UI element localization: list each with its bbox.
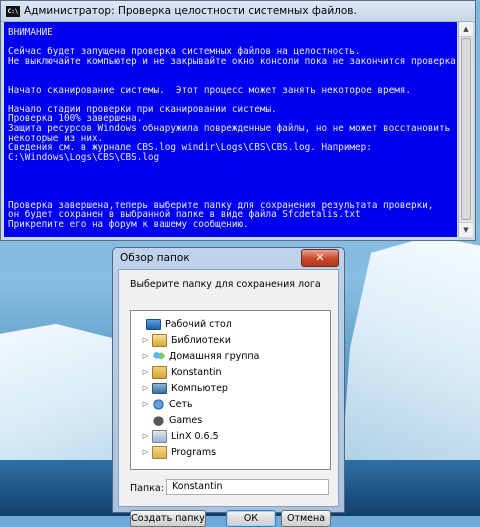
console-titlebar[interactable]: C:\ Администратор: Проверка целостности … [1, 1, 475, 22]
expand-arrow-icon[interactable]: ▷ [141, 368, 150, 376]
cancel-button[interactable]: Отмена [281, 510, 331, 527]
console-line: Не выключайте компьютер и не закрывайте … [8, 55, 456, 67]
dialog-titlebar[interactable]: Обзор папок ✕ [113, 248, 344, 268]
desktop-icon [146, 318, 161, 330]
tree-item-label: LinX 0.6.5 [171, 430, 219, 442]
tree-item-desktop[interactable]: Рабочий стол [135, 316, 232, 332]
console-line: Прикрепите его на форум к вашему сообщен… [8, 218, 249, 230]
browse-folder-dialog: Обзор папок ✕ Выберите папку для сохране… [112, 247, 345, 527]
tree-item-computer[interactable]: ▷ Компьютер [141, 380, 228, 396]
linx-folder-icon [152, 429, 167, 443]
cmd-icon: C:\ [6, 5, 20, 17]
console-output: ВНИМАНИЕ Сейчас будет запущена проверка … [4, 22, 457, 237]
expand-arrow-icon[interactable]: ▷ [141, 432, 150, 440]
libraries-icon [152, 333, 167, 347]
console-title: Администратор: Проверка целостности сист… [24, 5, 357, 17]
close-button[interactable]: ✕ [301, 249, 339, 267]
folder-tree[interactable]: Рабочий стол ▷ Библиотеки ▷ Домашняя гру… [130, 310, 331, 470]
tree-item-games[interactable]: Games [141, 412, 202, 428]
console-text: ВНИМАНИЕ Сейчас будет запущена проверка … [4, 22, 457, 235]
folder-input[interactable]: Konstantin [166, 479, 329, 495]
tree-item-label: Рабочий стол [165, 318, 232, 330]
tree-item-label: Programs [171, 446, 217, 458]
homegroup-icon [152, 350, 165, 362]
expand-arrow-icon[interactable]: ▷ [141, 448, 150, 456]
expand-arrow-icon[interactable]: ▷ [141, 400, 150, 408]
expand-arrow-icon[interactable]: ▷ [141, 336, 150, 344]
programs-folder-icon [152, 445, 167, 459]
tree-item-label: Games [169, 414, 203, 426]
scroll-thumb[interactable] [461, 38, 471, 220]
ok-button[interactable]: ОК [226, 510, 276, 527]
tree-item-programs[interactable]: ▷ Programs [141, 444, 216, 460]
user-folder-icon [152, 365, 167, 379]
console-line: C:\Windows\Logs\CBS\CBS.log [8, 151, 160, 163]
console-line: Начато сканирование системы. Этот процес… [8, 84, 411, 96]
computer-icon [152, 382, 167, 394]
dialog-client: Выберите папку для сохранения лога Рабоч… [118, 269, 339, 527]
tree-item-label: Компьютер [171, 382, 228, 394]
tree-item-konstantin[interactable]: ▷ Konstantin [141, 364, 222, 380]
tree-item-label: Библиотеки [171, 334, 231, 346]
folder-label: Папка: [130, 483, 164, 494]
tree-item-libraries[interactable]: ▷ Библиотеки [141, 332, 231, 348]
tree-item-homegroup[interactable]: ▷ Домашняя группа [141, 348, 259, 364]
dialog-title: Обзор папок [120, 252, 190, 264]
console-window: C:\ Администратор: Проверка целостности … [0, 0, 476, 241]
tree-item-linx[interactable]: ▷ LinX 0.6.5 [141, 428, 219, 444]
console-line: ВНИМАНИЕ [8, 27, 53, 38]
console-scrollbar[interactable]: ▲ ▼ [458, 22, 473, 237]
expand-arrow-icon[interactable]: ▷ [141, 352, 150, 360]
tree-item-label: Konstantin [171, 366, 222, 378]
expand-arrow-icon[interactable]: ▷ [141, 384, 150, 392]
scroll-down-icon[interactable]: ▼ [459, 222, 473, 237]
tree-item-label: Сеть [169, 398, 193, 410]
games-icon [152, 414, 165, 426]
tree-item-label: Домашняя группа [169, 350, 260, 362]
scroll-up-icon[interactable]: ▲ [459, 22, 473, 37]
tree-item-network[interactable]: ▷ Сеть [141, 396, 193, 412]
dialog-prompt: Выберите папку для сохранения лога [130, 279, 321, 290]
new-folder-button[interactable]: Создать папку [130, 510, 206, 527]
network-icon [152, 398, 165, 410]
